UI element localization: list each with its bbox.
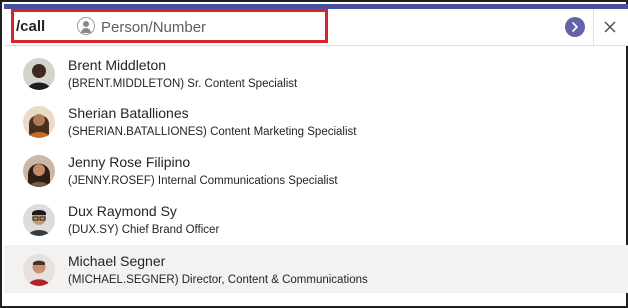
result-title: Sr. Content Specialist <box>187 78 298 90</box>
result-title: Director, Content & Communications <box>181 274 368 286</box>
result-handle: (SHERIAN.BATALLIONES) <box>68 126 207 138</box>
result-row[interactable]: Jenny Rose Filipino (JENNY.ROSEF) Intern… <box>4 146 628 194</box>
avatar <box>23 155 55 187</box>
command-search-bar: /call <box>4 9 628 46</box>
result-details: (MICHAEL.SEGNER) Director, Content & Com… <box>68 274 368 286</box>
result-title: Chief Brand Officer <box>121 224 220 236</box>
avatar <box>23 106 55 138</box>
result-details: (BRENT.MIDDLETON) Sr. Content Specialist <box>68 78 297 90</box>
send-button[interactable] <box>565 17 585 37</box>
result-name: Sherian Batalliones <box>68 105 189 121</box>
result-title: Content Marketing Specialist <box>210 126 357 138</box>
result-details: (JENNY.ROSEF) Internal Communications Sp… <box>68 175 338 187</box>
close-icon <box>604 21 616 33</box>
result-handle: (BRENT.MIDDLETON) <box>68 78 185 90</box>
result-details: (SHERIAN.BATALLIONES) Content Marketing … <box>68 126 356 138</box>
result-name: Jenny Rose Filipino <box>68 154 191 170</box>
result-handle: (DUX.SY) <box>68 224 119 236</box>
highlight-annotation <box>11 9 328 43</box>
result-name: Dux Raymond Sy <box>68 203 177 219</box>
result-handle: (MICHAEL.SEGNER) <box>68 274 179 286</box>
close-button[interactable] <box>600 17 620 37</box>
result-row[interactable]: Brent Middleton (BRENT.MIDDLETON) Sr. Co… <box>4 49 628 97</box>
result-row[interactable]: Sherian Batalliones (SHERIAN.BATALLIONES… <box>4 97 628 145</box>
result-details: (DUX.SY) Chief Brand Officer <box>68 224 219 236</box>
result-name: Michael Segner <box>68 253 166 269</box>
avatar <box>23 254 55 286</box>
command-box-frame: /call Brent Middleton (BR <box>0 0 628 308</box>
chevron-right-icon <box>572 22 578 32</box>
result-row[interactable]: Dux Raymond Sy (DUX.SY) Chief Brand Offi… <box>4 195 628 243</box>
divider <box>593 9 594 45</box>
result-handle: (JENNY.ROSEF) <box>68 175 155 187</box>
result-row-selected[interactable]: Michael Segner (MICHAEL.SEGNER) Director… <box>4 245 628 293</box>
avatar <box>23 204 55 236</box>
results-list: Brent Middleton (BRENT.MIDDLETON) Sr. Co… <box>4 49 628 308</box>
result-title: Internal Communications Specialist <box>157 175 338 187</box>
avatar <box>23 58 55 90</box>
result-name: Brent Middleton <box>68 57 167 73</box>
